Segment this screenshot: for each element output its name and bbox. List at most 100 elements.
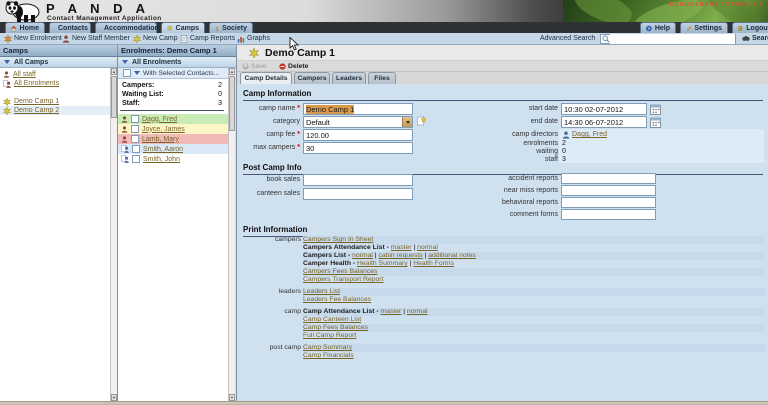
camp-director-link[interactable]: Dagg, Fred: [572, 131, 607, 138]
person-icon: [121, 136, 128, 143]
print-link-row: Leaders Fee Balances: [303, 296, 765, 304]
scroll-up-arrow[interactable]: ▲: [229, 68, 235, 75]
print-link-row: Camp Summary: [303, 344, 765, 352]
tab-files[interactable]: Files: [368, 72, 396, 84]
camp-icon: [3, 98, 11, 106]
advanced-search-input[interactable]: [610, 34, 735, 44]
canteen-sales-input[interactable]: [303, 188, 413, 200]
stat-label: Campers:: [122, 82, 154, 89]
print-link-row: Campers Transport Report: [303, 276, 765, 284]
calendar-icon[interactable]: [650, 104, 661, 115]
select-dropdown-button[interactable]: [402, 117, 412, 127]
enrolment-page-person-icon: [121, 145, 129, 153]
enrolments-list: Campers: 2 Waiting List: 0 Staff: 3 Dagg…: [118, 79, 228, 401]
list-item-demo-camp-1[interactable]: Demo Camp 1: [0, 97, 110, 106]
enrolments-filter-dropdown[interactable]: All Enrolments: [118, 57, 236, 68]
logout-door-icon: [738, 24, 743, 33]
list-item-all-enrolments[interactable]: All Enrolments: [0, 79, 110, 88]
canteen-sales-label: canteen sales: [210, 190, 300, 197]
book-sales-label: book sales: [210, 176, 300, 183]
bulk-action-label[interactable]: With Selected Contacts...: [143, 70, 219, 77]
tab-campers[interactable]: Campers: [294, 72, 330, 84]
wrench-icon: [686, 24, 691, 33]
comment-forms-input[interactable]: [561, 209, 656, 220]
tab-camp-details[interactable]: Camp Details: [240, 72, 292, 84]
new-enrolment-button[interactable]: New Enrolment: [4, 33, 62, 44]
new-staff-member-button[interactable]: New Staff Member: [62, 33, 130, 44]
max-campers-label: max campers *: [210, 144, 300, 151]
camps-scrollbar[interactable]: ▲ ▼: [110, 68, 117, 401]
list-item-demo-camp-2[interactable]: Demo Camp 2: [0, 106, 110, 115]
print-group-label: leaders: [241, 288, 301, 295]
tab-society[interactable]: Society: [209, 22, 253, 33]
row-checkbox[interactable]: [132, 155, 140, 163]
enrolments-value: 2: [562, 140, 566, 147]
divider: [120, 110, 224, 111]
end-date-input[interactable]: [561, 116, 647, 128]
graphs-button[interactable]: Graphs: [237, 33, 270, 44]
tab-camps[interactable]: Camps: [161, 22, 205, 33]
tab-help[interactable]: ? Help: [640, 22, 676, 33]
new-camp-button[interactable]: New Camp: [133, 33, 178, 44]
add-category-icon[interactable]: [417, 116, 426, 126]
row-checkbox[interactable]: [131, 135, 139, 143]
start-date-input[interactable]: [561, 103, 647, 115]
book-sales-input[interactable]: [303, 174, 413, 186]
camp-icon: [249, 48, 259, 58]
tab-contacts[interactable]: Contacts: [49, 22, 91, 33]
print-group-label: camp: [241, 308, 301, 315]
tab-home[interactable]: Home: [5, 22, 45, 33]
print-link-row: Campers Attendance List - master | norma…: [303, 244, 765, 252]
panda-logo-icon: [4, 0, 42, 22]
tab-settings[interactable]: Settings: [680, 22, 728, 33]
new-enrolment-icon: [4, 35, 12, 43]
stat-label: Waiting List:: [122, 91, 164, 98]
delete-button[interactable]: Delete: [279, 61, 308, 71]
chevron-down-icon[interactable]: [134, 71, 140, 75]
stat-value: 2: [218, 82, 222, 89]
behavioral-reports-input[interactable]: [561, 197, 656, 208]
select-all-checkbox[interactable]: [123, 69, 131, 77]
tab-leaders[interactable]: Leaders: [332, 72, 366, 84]
chevron-down-icon: [4, 60, 10, 64]
bulk-action-row: With Selected Contacts...: [118, 68, 236, 79]
tab-accommodation[interactable]: Accommodation: [95, 22, 157, 33]
camp-name-input[interactable]: Demo Camp 1: [303, 103, 413, 115]
app-title: P A N D A: [46, 1, 150, 16]
enrolments-panel-header: Enrolments: Demo Camp 1: [118, 45, 236, 57]
search-button[interactable]: Search: [742, 33, 768, 44]
stat-value: 0: [218, 91, 222, 98]
window-bottom-edge: [0, 401, 768, 405]
staff-person-icon: [3, 71, 10, 78]
category-select[interactable]: Default: [303, 116, 413, 128]
home-icon: [11, 24, 17, 33]
print-link-row: Camp Fees Balances: [303, 324, 765, 332]
calendar-icon[interactable]: [650, 117, 661, 128]
camps-filter-dropdown[interactable]: All Camps: [0, 57, 118, 68]
camps-list: All staff All Enrolments Demo Camp 1 Dem…: [0, 68, 110, 401]
main-action-band: Save Delete: [237, 61, 768, 72]
enrolment-row[interactable]: Smith, John: [118, 154, 228, 164]
list-item-all-staff[interactable]: All staff: [0, 70, 110, 79]
accident-reports-input[interactable]: [561, 173, 656, 184]
row-checkbox[interactable]: [132, 145, 140, 153]
row-checkbox[interactable]: [131, 125, 139, 133]
tab-logout[interactable]: Logout: [732, 22, 768, 33]
print-link-row: Camp Financials: [303, 352, 765, 360]
print-link-row: Campers List - normal | cabin requests |…: [303, 252, 765, 260]
bar-chart-icon: [237, 35, 245, 43]
person-icon: [121, 116, 128, 123]
camp-fee-input[interactable]: [303, 129, 413, 141]
scroll-down-arrow[interactable]: ▼: [229, 394, 235, 401]
row-checkbox[interactable]: [131, 115, 139, 123]
start-date-label: start date: [468, 105, 558, 112]
report-page-icon: [180, 35, 188, 43]
camp-reports-button[interactable]: Camp Reports: [180, 33, 235, 44]
print-link-row: Campers Fees Balances: [303, 268, 765, 276]
app-subtitle: Contact Management Application: [47, 15, 162, 22]
chevron-down-icon: [122, 60, 128, 64]
save-button[interactable]: Save: [242, 61, 267, 71]
help-icon: ?: [646, 24, 652, 33]
near-miss-reports-input[interactable]: [561, 185, 656, 196]
max-campers-input[interactable]: [303, 142, 413, 154]
